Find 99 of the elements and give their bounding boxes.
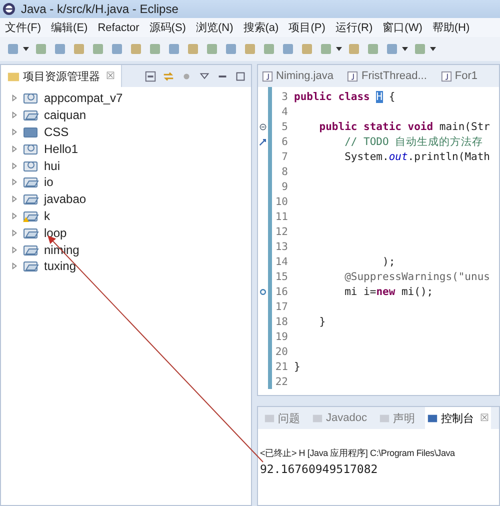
- tree-item[interactable]: k: [1, 208, 251, 224]
- expand-arrow-icon[interactable]: [11, 128, 18, 136]
- menu-item[interactable]: 编辑(E): [51, 20, 88, 35]
- marker-icon: [259, 288, 267, 296]
- tree-item[interactable]: CSS: [1, 124, 251, 140]
- tree-item[interactable]: tuxing: [1, 258, 251, 275]
- code-line: }: [318, 316, 326, 328]
- line-number: 17: [274, 300, 288, 312]
- line-number: 22: [274, 376, 288, 388]
- line-number: 19: [274, 330, 288, 342]
- menu-item[interactable]: 搜索(a): [243, 20, 279, 35]
- folder-icon: [23, 108, 39, 122]
- line-number: 13: [274, 240, 288, 252]
- code-line: public class H {: [294, 90, 396, 102]
- line-number: 14: [274, 256, 288, 268]
- expand-arrow-icon[interactable]: [11, 144, 18, 153]
- menu-item[interactable]: 文件(F): [5, 20, 42, 35]
- expand-arrow-icon[interactable]: [11, 212, 18, 220]
- collapse-icon[interactable]: [144, 70, 157, 82]
- expand-arrow-icon[interactable]: [11, 94, 18, 102]
- expand-arrow-icon[interactable]: [11, 262, 18, 270]
- code-line: );: [382, 256, 396, 268]
- line-number: 6: [280, 136, 288, 148]
- editor-tab[interactable]: FristThread...: [347, 70, 427, 82]
- panel-tab[interactable]: 声明: [376, 407, 417, 429]
- editor-tab[interactable]: Niming.java: [262, 70, 334, 82]
- menu-item[interactable]: 源码(S): [149, 20, 186, 35]
- line-number: 18: [274, 316, 288, 328]
- caret-icon[interactable]: [430, 47, 436, 51]
- folder-icon: [23, 175, 39, 190]
- line-number: 9: [280, 180, 288, 192]
- code-line: @SuppressWarnings("unus: [344, 270, 490, 282]
- line-number: 3: [280, 90, 288, 102]
- code-line: System.out.println(Math: [344, 150, 490, 162]
- code-line: // TODO 自动生成的方法存: [344, 134, 484, 148]
- console-output: 92.16760949517082: [260, 462, 379, 476]
- menu-item[interactable]: 帮助(H): [432, 20, 470, 35]
- line-number: 8: [280, 166, 288, 178]
- maximize-icon[interactable]: [234, 70, 247, 82]
- fold-icon[interactable]: [259, 122, 267, 130]
- menu-item[interactable]: 窗口(W): [382, 20, 422, 35]
- line-number: 7: [280, 150, 288, 162]
- project-folder-icon: [23, 91, 39, 106]
- panel-icon: [426, 412, 438, 424]
- panel-tab[interactable]: Javadoc: [310, 407, 369, 429]
- line-number: 5: [280, 120, 288, 132]
- tree-item[interactable]: javabao: [1, 190, 251, 208]
- folder-icon: [23, 259, 39, 274]
- expand-arrow-icon[interactable]: [11, 195, 18, 204]
- expand-arrow-icon[interactable]: [11, 228, 18, 237]
- expand-arrow-icon[interactable]: [11, 162, 18, 170]
- java-file-icon: [347, 70, 358, 82]
- line-number: 12: [274, 226, 288, 238]
- panel-icon: [378, 412, 390, 424]
- expand-arrow-icon[interactable]: [11, 111, 18, 120]
- tree-item[interactable]: caiquan: [1, 106, 251, 124]
- window-title: Java - k/src/k/H.java - Eclipse: [21, 2, 178, 16]
- link-icon[interactable]: [162, 70, 175, 82]
- caret-icon[interactable]: [402, 47, 408, 51]
- folder-icon: [23, 192, 39, 206]
- line-number: 10: [274, 196, 288, 208]
- console-header: <已终止> H [Java 应用程序] C:\Program Files\Java: [260, 447, 456, 460]
- expand-arrow-icon[interactable]: [11, 178, 18, 186]
- eclipse-icon: [2, 2, 16, 16]
- folder-icon: [23, 226, 39, 240]
- code-line: }: [294, 360, 300, 372]
- folder-icon: [23, 242, 39, 257]
- menu-item[interactable]: Refactor: [98, 22, 140, 34]
- tree-item[interactable]: hui: [1, 157, 251, 174]
- line-number: 4: [280, 106, 288, 118]
- tree-item[interactable]: Hello1: [1, 140, 251, 158]
- editor-tab[interactable]: For1: [440, 70, 478, 82]
- line-number: 16: [274, 286, 288, 298]
- caret-icon[interactable]: [23, 47, 29, 51]
- expand-arrow-icon[interactable]: [11, 246, 18, 254]
- line-number: 15: [274, 270, 288, 282]
- tree-item[interactable]: loop: [1, 224, 251, 242]
- java-file-icon: [440, 70, 452, 82]
- project-folder-icon: [23, 142, 39, 156]
- tree-item[interactable]: appcompat_v7: [1, 90, 251, 107]
- caret-icon[interactable]: [336, 47, 342, 51]
- code-line: public static void main(Str: [318, 120, 490, 132]
- line-number: 11: [274, 210, 288, 222]
- tree-item[interactable]: io: [1, 174, 251, 191]
- panel-icon: [264, 412, 275, 424]
- java-file-icon: [262, 70, 273, 82]
- menu-item[interactable]: 项目(P): [288, 20, 326, 35]
- menu-item[interactable]: 运行(R): [335, 20, 373, 35]
- code-line: mi i=new mi();: [344, 286, 434, 298]
- panel-tab[interactable]: 控制台 ☒: [424, 407, 491, 429]
- task-icon: [259, 138, 267, 146]
- menu-item[interactable]: 浏览(N): [196, 20, 234, 35]
- folder-warning-icon: [23, 208, 39, 223]
- panel-tab[interactable]: 问题: [262, 407, 302, 429]
- line-number: 21: [274, 360, 288, 372]
- line-number: 20: [274, 346, 288, 358]
- explorer-tab[interactable]: 项目资源管理器 ☒: [1, 65, 122, 87]
- project-folder-icon: [23, 158, 39, 173]
- panel-icon: [312, 412, 323, 424]
